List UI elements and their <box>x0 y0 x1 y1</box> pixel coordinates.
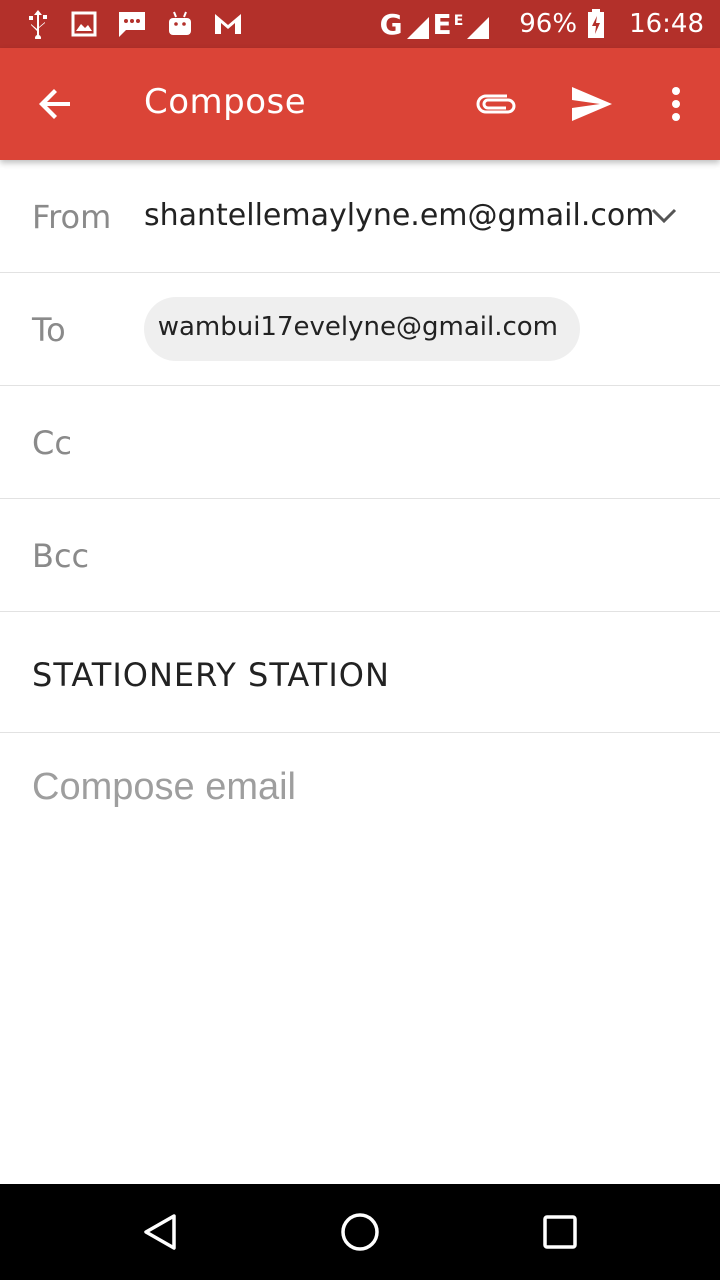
nav-back-icon <box>144 1214 176 1250</box>
status-bar: G EE 96% 16:48 <box>0 0 720 48</box>
attachment-icon <box>476 94 516 114</box>
network-type-e-sup: E <box>453 12 464 29</box>
more-vert-icon <box>672 87 680 121</box>
to-label: To <box>32 311 66 349</box>
usb-icon <box>22 8 54 40</box>
cc-label: Cc <box>32 424 72 462</box>
nav-home-icon <box>341 1213 379 1251</box>
bcc-label: Bcc <box>32 537 90 575</box>
network-type-e: E <box>432 7 452 41</box>
battery-percent: 96% <box>519 9 578 39</box>
subject-field[interactable]: STATIONERY STATION <box>0 612 720 733</box>
send-icon <box>572 87 612 121</box>
message-icon <box>116 8 148 40</box>
compose-body-placeholder: Compose email <box>32 766 296 808</box>
battery-charging-icon <box>588 9 605 38</box>
arrow-back-icon <box>39 89 70 119</box>
clock: 16:48 <box>629 9 704 39</box>
signal-icon <box>467 16 490 39</box>
chevron-down-icon <box>651 208 677 224</box>
from-value: shantellemaylyne.em@gmail.com <box>144 198 655 233</box>
status-right: G EE 96% 16:48 <box>380 0 704 48</box>
network-type-g: G <box>379 7 403 41</box>
recipient-chip-label: wambui17evelyne@gmail.com <box>157 312 558 342</box>
image-icon <box>68 8 100 40</box>
network-indicator: G EE <box>380 8 492 41</box>
signal-icon <box>406 16 429 39</box>
from-label: From <box>32 198 112 236</box>
attach-button[interactable] <box>468 76 524 132</box>
from-row[interactable]: From shantellemaylyne.em@gmail.com <box>0 160 720 273</box>
subject-value: STATIONERY STATION <box>32 656 390 694</box>
page-title: Compose <box>144 82 307 122</box>
bcc-row[interactable]: Bcc <box>0 499 720 612</box>
from-dropdown[interactable] <box>648 200 680 232</box>
send-button[interactable] <box>564 76 620 132</box>
more-options-button[interactable] <box>648 76 704 132</box>
app-bar: Compose <box>0 48 720 160</box>
nav-recents-icon <box>543 1215 577 1249</box>
gmail-icon <box>212 8 244 40</box>
android-icon <box>164 8 196 40</box>
recipient-chip[interactable]: wambui17evelyne@gmail.com <box>144 297 580 361</box>
cc-row[interactable]: Cc <box>0 386 720 499</box>
to-row[interactable]: To wambui17evelyne@gmail.com <box>0 273 720 386</box>
nav-back-button[interactable] <box>136 1208 184 1256</box>
back-button[interactable] <box>28 76 84 132</box>
nav-home-button[interactable] <box>336 1208 384 1256</box>
navigation-bar <box>0 1184 720 1280</box>
compose-body[interactable]: Compose email <box>0 734 720 1184</box>
nav-recents-button[interactable] <box>536 1208 584 1256</box>
